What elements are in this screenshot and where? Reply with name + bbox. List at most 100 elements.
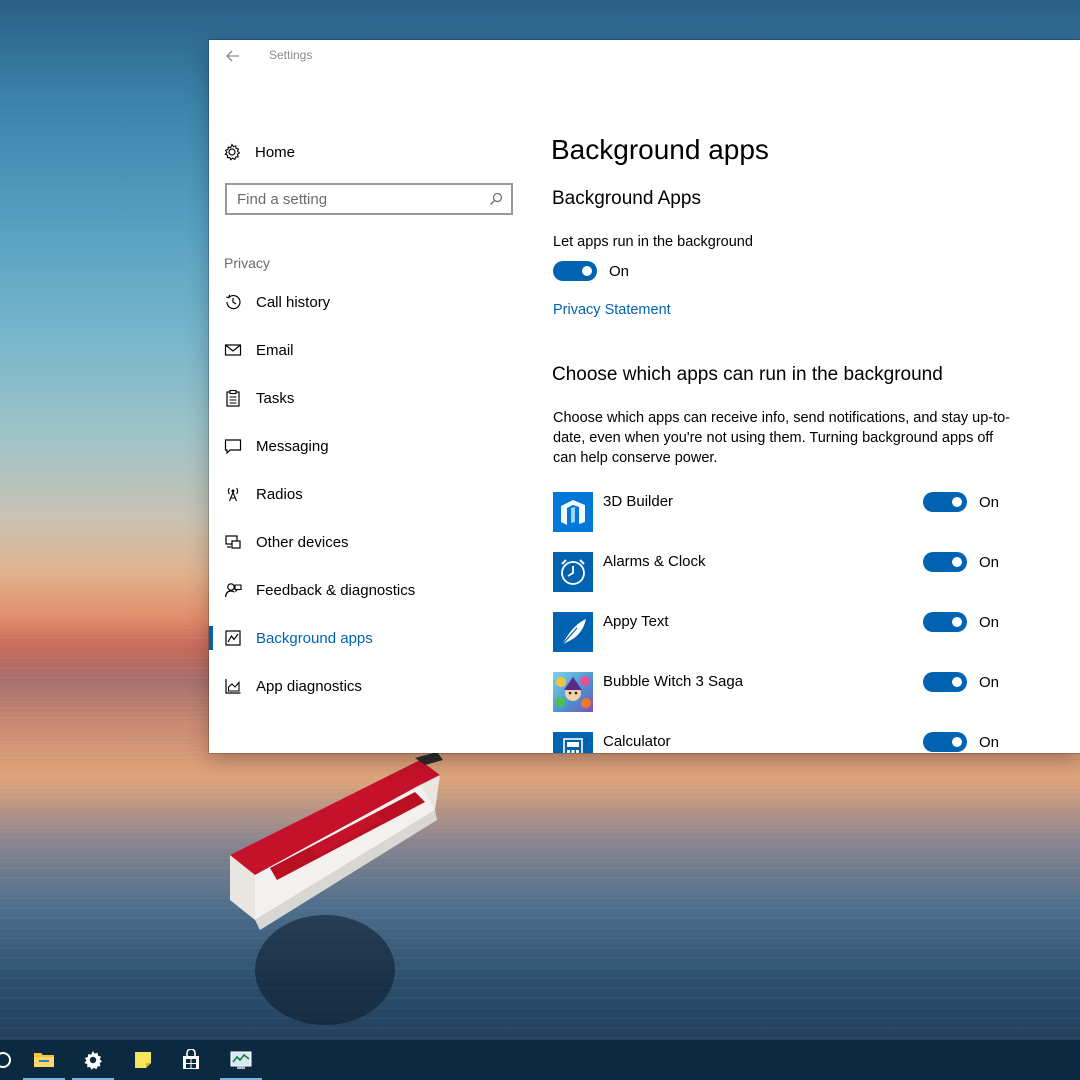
section-title-background-apps: Background Apps — [552, 188, 701, 209]
nav-item-label: Background apps — [256, 629, 373, 647]
gear-icon — [224, 143, 241, 161]
toggle-switch[interactable] — [923, 612, 967, 632]
app-name: Alarms & Clock — [603, 553, 706, 570]
window-title: Settings — [269, 48, 313, 62]
title-bar: Settings — [209, 40, 1080, 72]
section-title-choose-apps: Choose which apps can run in the backgro… — [552, 364, 943, 385]
content-pane: Background apps Background Apps Let apps… — [551, 80, 1071, 753]
feedback-icon — [224, 581, 242, 599]
toggle-knob — [582, 266, 592, 276]
toggle-knob — [952, 557, 962, 567]
search-box[interactable] — [225, 183, 513, 215]
chat-icon — [224, 437, 242, 455]
let-apps-label: Let apps run in the background — [553, 234, 753, 250]
alarm-clock-icon — [553, 552, 593, 592]
calculator-icon — [553, 732, 593, 753]
nav-item-call-history[interactable]: Call history — [209, 278, 529, 326]
settings-gear-icon — [84, 1051, 102, 1070]
toggle-switch[interactable] — [923, 492, 967, 512]
app-toggle-calculator[interactable]: On — [923, 732, 999, 752]
toggle-switch[interactable] — [923, 672, 967, 692]
nav-item-app-diagnostics[interactable]: App diagnostics — [209, 662, 529, 710]
toggle-state-label: On — [979, 733, 1000, 751]
taskbar — [0, 1040, 1080, 1080]
back-button[interactable] — [223, 46, 243, 66]
nav-item-other-devices[interactable]: Other devices — [209, 518, 529, 566]
app-name: Appy Text — [603, 613, 669, 630]
nav-item-label: Other devices — [256, 533, 349, 551]
nav-home-label: Home — [255, 143, 296, 161]
app-row-appy-text: Appy Text On — [553, 612, 1013, 672]
nav-item-email[interactable]: Email — [209, 326, 529, 374]
nav-item-radios[interactable]: Radios — [209, 470, 529, 518]
nav-item-label: Email — [256, 341, 294, 359]
toggle-state-label: On — [979, 553, 1000, 571]
app-name: 3D Builder — [603, 493, 674, 510]
nav-item-label: Radios — [256, 485, 303, 503]
nav-item-feedback-diagnostics[interactable]: Feedback & diagnostics — [209, 566, 529, 614]
privacy-statement-link[interactable]: Privacy Statement — [553, 302, 671, 318]
devices-icon — [224, 533, 242, 551]
search-icon[interactable] — [481, 185, 511, 213]
nav-item-label: Call history — [256, 293, 331, 311]
file-explorer-icon — [34, 1053, 54, 1067]
mail-icon — [224, 341, 242, 359]
toggle-switch[interactable] — [923, 552, 967, 572]
app-row-3d-builder: 3D Builder On — [553, 492, 1013, 552]
toggle-state-label: On — [979, 673, 1000, 691]
app-row-bubble-witch: Bubble Witch 3 Saga On — [553, 672, 1013, 732]
antenna-icon — [224, 485, 242, 503]
store-icon — [183, 1049, 199, 1069]
back-arrow-icon — [226, 50, 239, 62]
search-input[interactable] — [227, 185, 481, 213]
toggle-knob — [952, 617, 962, 627]
feather-icon — [553, 612, 593, 652]
cortana-icon — [0, 1052, 11, 1068]
bubble-witch-icon — [553, 672, 593, 712]
master-background-toggle[interactable]: On — [553, 261, 629, 281]
nav-item-tasks[interactable]: Tasks — [209, 374, 529, 422]
sticky-notes-button[interactable] — [120, 1040, 166, 1080]
store-button[interactable] — [168, 1040, 214, 1080]
diagnostics-icon — [224, 677, 242, 695]
toggle-knob — [952, 737, 962, 747]
app-toggle-appy-text[interactable]: On — [923, 612, 999, 632]
history-icon — [224, 293, 242, 311]
app-name: Calculator — [603, 733, 671, 750]
nav-item-label: Messaging — [256, 437, 329, 455]
app-toggle-alarms-clock[interactable]: On — [923, 552, 999, 572]
wallpaper-boat — [230, 752, 443, 1025]
settings-button[interactable] — [70, 1040, 116, 1080]
navigation-pane: Home Privacy Call history — [209, 80, 529, 753]
settings-window: Settings Home Privacy — [209, 40, 1080, 753]
nav-item-label: Feedback & diagnostics — [256, 581, 416, 599]
nav-list: Call history Email Tasks Messaging Radio… — [209, 278, 529, 710]
app-toggle-bubble-witch[interactable]: On — [923, 672, 999, 692]
background-apps-icon — [224, 629, 242, 647]
description-text: Choose which apps can receive info, send… — [553, 410, 1011, 466]
toggle-state-label: On — [609, 262, 630, 280]
sticky-notes-icon — [135, 1052, 151, 1068]
task-manager-icon — [230, 1051, 252, 1069]
task-manager-button[interactable] — [218, 1040, 264, 1080]
nav-item-messaging[interactable]: Messaging — [209, 422, 529, 470]
app-row-calculator: Calculator On — [553, 732, 1013, 753]
3d-builder-icon — [553, 492, 593, 532]
app-list: 3D Builder On Alarms & Clock On Appy Tex… — [553, 492, 1013, 753]
toggle-state-label: On — [979, 613, 1000, 631]
nav-item-background-apps[interactable]: Background apps — [209, 614, 529, 662]
app-row-alarms-clock: Alarms & Clock On — [553, 552, 1013, 612]
nav-item-label: App diagnostics — [256, 677, 362, 695]
toggle-knob — [952, 677, 962, 687]
nav-group-privacy: Privacy — [224, 255, 270, 271]
app-toggle-3d-builder[interactable]: On — [923, 492, 999, 512]
nav-item-label: Tasks — [256, 389, 295, 407]
app-name: Bubble Witch 3 Saga — [603, 673, 744, 690]
toggle-knob — [952, 497, 962, 507]
toggle-switch[interactable] — [553, 261, 597, 281]
nav-home[interactable]: Home — [223, 140, 295, 164]
file-explorer-button[interactable] — [21, 1040, 67, 1080]
toggle-switch[interactable] — [923, 732, 967, 752]
page-title: Background apps — [551, 134, 769, 165]
clipboard-icon — [224, 389, 242, 407]
